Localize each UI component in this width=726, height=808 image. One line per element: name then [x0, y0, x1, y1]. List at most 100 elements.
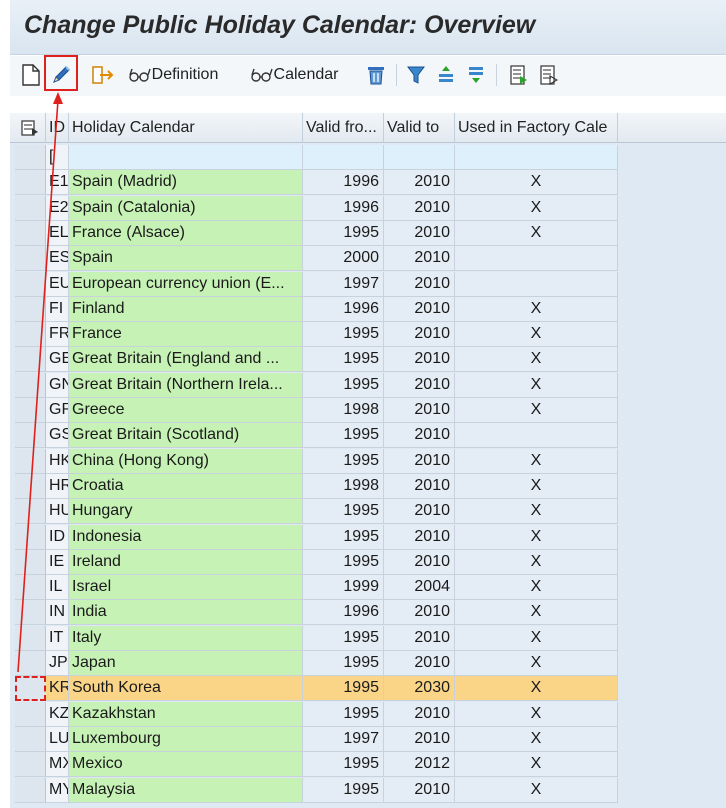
row-selector[interactable] — [15, 777, 46, 803]
cell-id[interactable]: IT — [46, 625, 69, 651]
cell-valid-to[interactable]: 2010 — [384, 398, 455, 423]
cell-holiday-calendar[interactable]: European currency union (E... — [69, 271, 303, 297]
cell-valid-to[interactable]: 2030 — [384, 676, 455, 702]
cell-holiday-calendar[interactable]: Italy — [69, 625, 303, 651]
row-selector[interactable] — [15, 651, 46, 676]
table-row[interactable]: IL Israel 1999 2004 X — [10, 575, 618, 601]
cell-used-in-factory-calendar[interactable]: X — [455, 195, 618, 221]
cell-holiday-calendar[interactable]: Indonesia — [69, 524, 303, 550]
cell-valid-from[interactable]: 1997 — [303, 271, 384, 297]
cell-used-in-factory-calendar[interactable]: X — [455, 448, 618, 474]
cell-valid-from[interactable]: 1995 — [303, 524, 384, 550]
cell-used-in-factory-calendar[interactable]: X — [455, 651, 618, 676]
cell-holiday-calendar[interactable]: Great Britain (England and ... — [69, 347, 303, 373]
cell-valid-from[interactable]: 1995 — [303, 752, 384, 778]
cell-used-in-factory-calendar[interactable]: X — [455, 752, 618, 778]
cell-valid-to[interactable]: 2010 — [384, 220, 455, 246]
row-selector[interactable] — [15, 701, 46, 727]
new-document-icon[interactable] — [20, 61, 42, 89]
table-row[interactable]: IN India 1996 2010 X — [10, 600, 618, 626]
table-row[interactable]: JP Japan 1995 2010 X — [10, 651, 618, 676]
cell-valid-to[interactable]: 2010 — [384, 549, 455, 575]
cell-used-in-factory-calendar[interactable]: X — [455, 499, 618, 525]
cell-id[interactable]: EU — [46, 271, 69, 297]
cell-valid-to[interactable]: 2012 — [384, 752, 455, 778]
cell-valid-from[interactable]: 1996 — [303, 195, 384, 221]
cell-valid-to[interactable]: 2010 — [384, 473, 455, 499]
cell-holiday-calendar[interactable] — [69, 145, 303, 170]
row-selector[interactable] — [15, 246, 46, 272]
cell-id[interactable]: E2 — [46, 195, 69, 221]
cell-valid-to[interactable]: 2010 — [384, 271, 455, 297]
table-row[interactable]: IE Ireland 1995 2010 X — [10, 549, 618, 575]
row-selector[interactable] — [15, 625, 46, 651]
cell-holiday-calendar[interactable]: France — [69, 322, 303, 348]
row-selector[interactable] — [15, 271, 46, 297]
cell-valid-to[interactable]: 2010 — [384, 777, 455, 803]
cell-holiday-calendar[interactable]: Japan — [69, 651, 303, 676]
row-selector[interactable] — [15, 448, 46, 474]
table-row[interactable]: EUEuropean currency union (E...19972010 — [10, 271, 618, 297]
cell-used-in-factory-calendar[interactable] — [455, 423, 618, 449]
transfer-icon[interactable] — [90, 61, 116, 89]
cell-used-in-factory-calendar[interactable]: X — [455, 170, 618, 196]
row-selector[interactable] — [15, 220, 46, 246]
cell-used-in-factory-calendar[interactable] — [455, 145, 618, 170]
cell-valid-from[interactable]: 1995 — [303, 651, 384, 676]
cell-valid-to[interactable]: 2010 — [384, 322, 455, 348]
cell-holiday-calendar[interactable]: India — [69, 600, 303, 626]
table-row[interactable]: MYMalaysia19952010X — [10, 777, 618, 803]
row-selector[interactable] — [15, 195, 46, 221]
cell-valid-to[interactable]: 2010 — [384, 726, 455, 752]
table-row[interactable]: FR France 1995 2010 X — [10, 322, 618, 348]
column-settings-icon[interactable] — [15, 113, 46, 143]
cell-id[interactable]: MX — [46, 752, 69, 778]
table-row[interactable]: GNGreat Britain (Northern Irela...199520… — [10, 372, 618, 398]
row-selector[interactable] — [15, 322, 46, 348]
cell-id[interactable]: GR — [46, 398, 69, 423]
table-row[interactable]: E2 Spain (Catalonia) 1996 2010 X — [10, 195, 618, 221]
cell-id[interactable]: IE — [46, 549, 69, 575]
cell-valid-from[interactable]: 1995 — [303, 701, 384, 727]
cell-valid-from[interactable]: 1995 — [303, 220, 384, 246]
row-selector[interactable] — [15, 473, 46, 499]
column-header-holiday-calendar[interactable]: Holiday Calendar — [69, 113, 303, 143]
row-selector[interactable] — [15, 372, 46, 398]
calendar-button[interactable]: Calendar — [246, 61, 342, 89]
cell-used-in-factory-calendar[interactable]: X — [455, 322, 618, 348]
column-header-id[interactable]: ID — [46, 113, 69, 143]
sort-descending-icon[interactable] — [464, 61, 488, 89]
cell-used-in-factory-calendar[interactable]: X — [455, 372, 618, 398]
cell-valid-to[interactable]: 2010 — [384, 524, 455, 550]
cell-id[interactable]: FI — [46, 296, 69, 322]
cell-holiday-calendar[interactable]: Finland — [69, 296, 303, 322]
deselect-all-icon[interactable] — [536, 61, 560, 89]
row-selector[interactable] — [15, 347, 46, 373]
cell-used-in-factory-calendar[interactable]: X — [455, 473, 618, 499]
definition-button[interactable]: Definition — [122, 61, 224, 89]
cell-valid-to[interactable]: 2010 — [384, 651, 455, 676]
cell-holiday-calendar[interactable]: Kazakhstan — [69, 701, 303, 727]
row-selector[interactable] — [15, 398, 46, 423]
cell-valid-from[interactable]: 1996 — [303, 600, 384, 626]
cell-holiday-calendar[interactable]: Croatia — [69, 473, 303, 499]
cell-used-in-factory-calendar[interactable]: X — [455, 625, 618, 651]
cell-valid-from[interactable]: 1995 — [303, 549, 384, 575]
cell-holiday-calendar[interactable]: Ireland — [69, 549, 303, 575]
column-header-used-in-factory-calendar[interactable]: Used in Factory Cale — [455, 113, 618, 143]
column-header-valid-from[interactable]: Valid fro... — [303, 113, 384, 143]
cell-valid-to[interactable]: 2010 — [384, 423, 455, 449]
table-row[interactable]: GRGreece19982010X — [10, 398, 618, 423]
cell-used-in-factory-calendar[interactable]: X — [455, 549, 618, 575]
cell-id[interactable]: FR — [46, 322, 69, 348]
cell-used-in-factory-calendar[interactable]: X — [455, 600, 618, 626]
cell-valid-to[interactable]: 2010 — [384, 600, 455, 626]
table-row[interactable]: EL France (Alsace) 1995 2010 X — [10, 220, 618, 246]
table-row[interactable]: KZ Kazakhstan 1995 2010 X — [10, 701, 618, 727]
cell-valid-from[interactable]: 1995 — [303, 499, 384, 525]
row-selector[interactable] — [15, 676, 46, 702]
cell-id[interactable]: HK — [46, 448, 69, 474]
cell-holiday-calendar[interactable]: Israel — [69, 575, 303, 601]
row-selector[interactable] — [15, 296, 46, 322]
row-selector[interactable] — [15, 145, 46, 170]
